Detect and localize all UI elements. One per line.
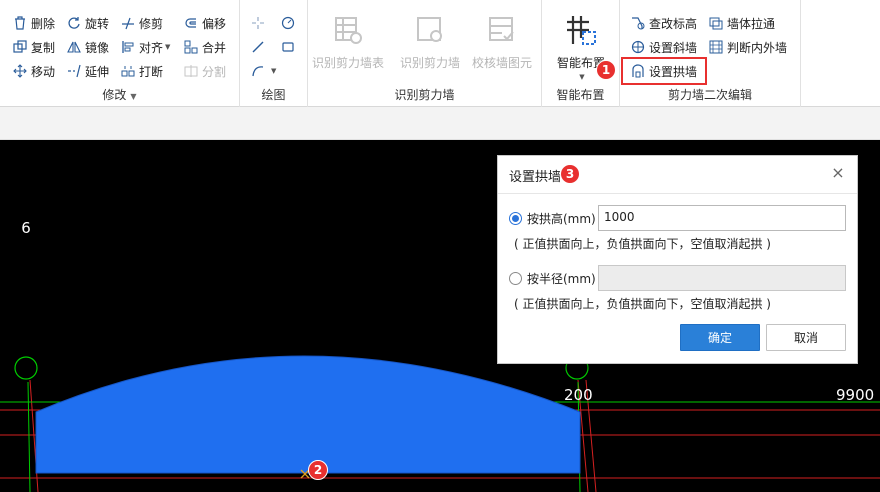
offset-icon xyxy=(183,15,199,31)
arch-radius-hint: ( 正值拱面向上，负值拱面向下，空值取消起拱 ) xyxy=(514,297,771,311)
radio-arch-height[interactable] xyxy=(509,212,522,225)
chevron-down-icon: ▼ xyxy=(579,73,585,81)
slant-wall-icon xyxy=(630,39,646,55)
delete-button[interactable]: 删除 xyxy=(12,13,55,33)
close-icon[interactable]: × xyxy=(829,164,847,182)
modify-group: 删除 旋转 修剪 偏移 复制 镜像 对齐 ▼ 合并 移动 延伸 打断 分割 修改… xyxy=(0,0,240,107)
arch-height-input[interactable]: 1000 xyxy=(598,205,846,231)
delete-icon xyxy=(12,15,28,31)
toolbar-strip xyxy=(0,107,880,140)
wall-edit-group: 查改标高 墙体拉通 设置斜墙 判断内外墙 设置拱墙 剪力墙二次编辑 xyxy=(620,0,801,107)
extend-button[interactable]: 延伸 xyxy=(66,61,109,81)
axis-line xyxy=(27,381,31,492)
point-tool[interactable] xyxy=(250,13,269,33)
modify-group-label[interactable]: 修改 ▼ xyxy=(0,86,239,103)
chevron-down-icon: ▼ xyxy=(271,67,277,75)
break-button[interactable]: 打断 xyxy=(120,61,163,81)
ribbon: 删除 旋转 修剪 偏移 复制 镜像 对齐 ▼ 合并 移动 延伸 打断 分割 修改… xyxy=(0,0,880,107)
option-arch-height[interactable]: 按拱高(mm) xyxy=(509,210,596,227)
offset-button[interactable]: 偏移 xyxy=(183,13,226,33)
rectangle-tool[interactable] xyxy=(280,37,299,57)
check-wall-icon xyxy=(489,17,514,41)
ok-button[interactable]: 确定 xyxy=(680,324,760,351)
merge-button[interactable]: 合并 xyxy=(183,37,226,57)
check-wall-button[interactable]: 校核墙图元 xyxy=(462,8,542,88)
step-badge-2: 2 xyxy=(308,460,328,480)
draw-group: ▼ 绘图 xyxy=(240,0,308,107)
identify-wall-icon xyxy=(417,17,442,42)
copy-icon xyxy=(12,39,28,55)
cancel-button[interactable]: 取消 xyxy=(766,324,846,351)
split-button[interactable]: 分割 xyxy=(183,61,226,81)
arc-tool[interactable]: ▼ xyxy=(250,61,276,81)
inner-outer-wall-button[interactable]: 判断内外墙 xyxy=(708,37,787,57)
inner-outer-wall-icon xyxy=(708,39,724,55)
chevron-down-icon: ▼ xyxy=(165,43,171,51)
trim-button[interactable]: 修剪 xyxy=(120,13,163,33)
dimension-label-200: 200 xyxy=(564,386,593,404)
rectangle-icon xyxy=(280,39,296,55)
smart-layout-group: 智能布置 ▼ 智能布置 xyxy=(542,0,620,107)
axis-bubble-left xyxy=(14,356,38,380)
split-icon xyxy=(183,63,199,79)
arch-wall-shape[interactable] xyxy=(35,355,581,474)
move-button[interactable]: 移动 xyxy=(12,61,55,81)
wall-edit-group-label: 剪力墙二次编辑 xyxy=(667,88,752,102)
dialog-divider xyxy=(498,193,857,194)
point-icon xyxy=(250,15,266,31)
dialog-title: 设置拱墙 xyxy=(509,170,562,185)
draw-group-label: 绘图 xyxy=(261,88,286,102)
rotate-button[interactable]: 旋转 xyxy=(66,13,109,33)
arch-height-hint: ( 正值拱面向上，负值拱面向下，空值取消起拱 ) xyxy=(514,237,771,251)
option-arch-radius[interactable]: 按半径(mm) xyxy=(509,270,596,287)
edit-elevation-button[interactable]: 查改标高 xyxy=(630,13,697,33)
chevron-down-icon: ▼ xyxy=(130,92,137,101)
mirror-icon xyxy=(66,39,82,55)
move-icon xyxy=(12,63,28,79)
align-icon xyxy=(120,39,136,55)
identify-wall-table-icon xyxy=(335,17,362,44)
rotate-icon xyxy=(66,15,82,31)
merge-icon xyxy=(183,39,199,55)
break-icon xyxy=(120,63,136,79)
copy-button[interactable]: 复制 xyxy=(12,37,55,57)
step-badge-3: 3 xyxy=(560,164,580,184)
arc-icon xyxy=(250,63,266,79)
arch-wall-dialog: 设置拱墙 3 × 按拱高(mm) 1000 ( 正值拱面向上，负值拱面向下，空值… xyxy=(497,155,858,364)
radio-arch-radius[interactable] xyxy=(509,272,522,285)
align-button[interactable]: 对齐 ▼ xyxy=(120,37,170,57)
circle-icon xyxy=(280,15,296,31)
identify-wall-group: 识别剪力墙表 识别剪力墙 校核墙图元 识别剪力墙 xyxy=(308,0,542,107)
wall-extend-icon xyxy=(708,15,724,31)
smart-layout-group-label: 智能布置 xyxy=(556,88,605,102)
identify-wall-button[interactable]: 识别剪力墙 xyxy=(390,8,470,88)
wall-extend-button[interactable]: 墙体拉通 xyxy=(708,13,775,33)
arch-radius-input[interactable] xyxy=(598,265,846,291)
arch-wall-highlight xyxy=(621,57,707,85)
identify-wall-table-button[interactable]: 识别剪力墙表 xyxy=(308,8,388,88)
line-tool[interactable] xyxy=(250,37,269,57)
step-badge-1: 1 xyxy=(596,60,616,80)
identify-wall-group-label: 识别剪力墙 xyxy=(394,88,455,102)
dimension-label-9900: 9900 xyxy=(836,386,875,404)
slant-wall-button[interactable]: 设置斜墙 xyxy=(630,37,697,57)
smart-layout-icon xyxy=(567,16,596,45)
mirror-button[interactable]: 镜像 xyxy=(66,37,109,57)
line-icon xyxy=(250,39,266,55)
trim-icon xyxy=(120,15,136,31)
edit-elevation-icon xyxy=(630,15,646,31)
axis-label-left: 6 xyxy=(21,219,31,237)
extend-icon xyxy=(66,63,82,79)
circle-tool[interactable] xyxy=(280,13,299,33)
